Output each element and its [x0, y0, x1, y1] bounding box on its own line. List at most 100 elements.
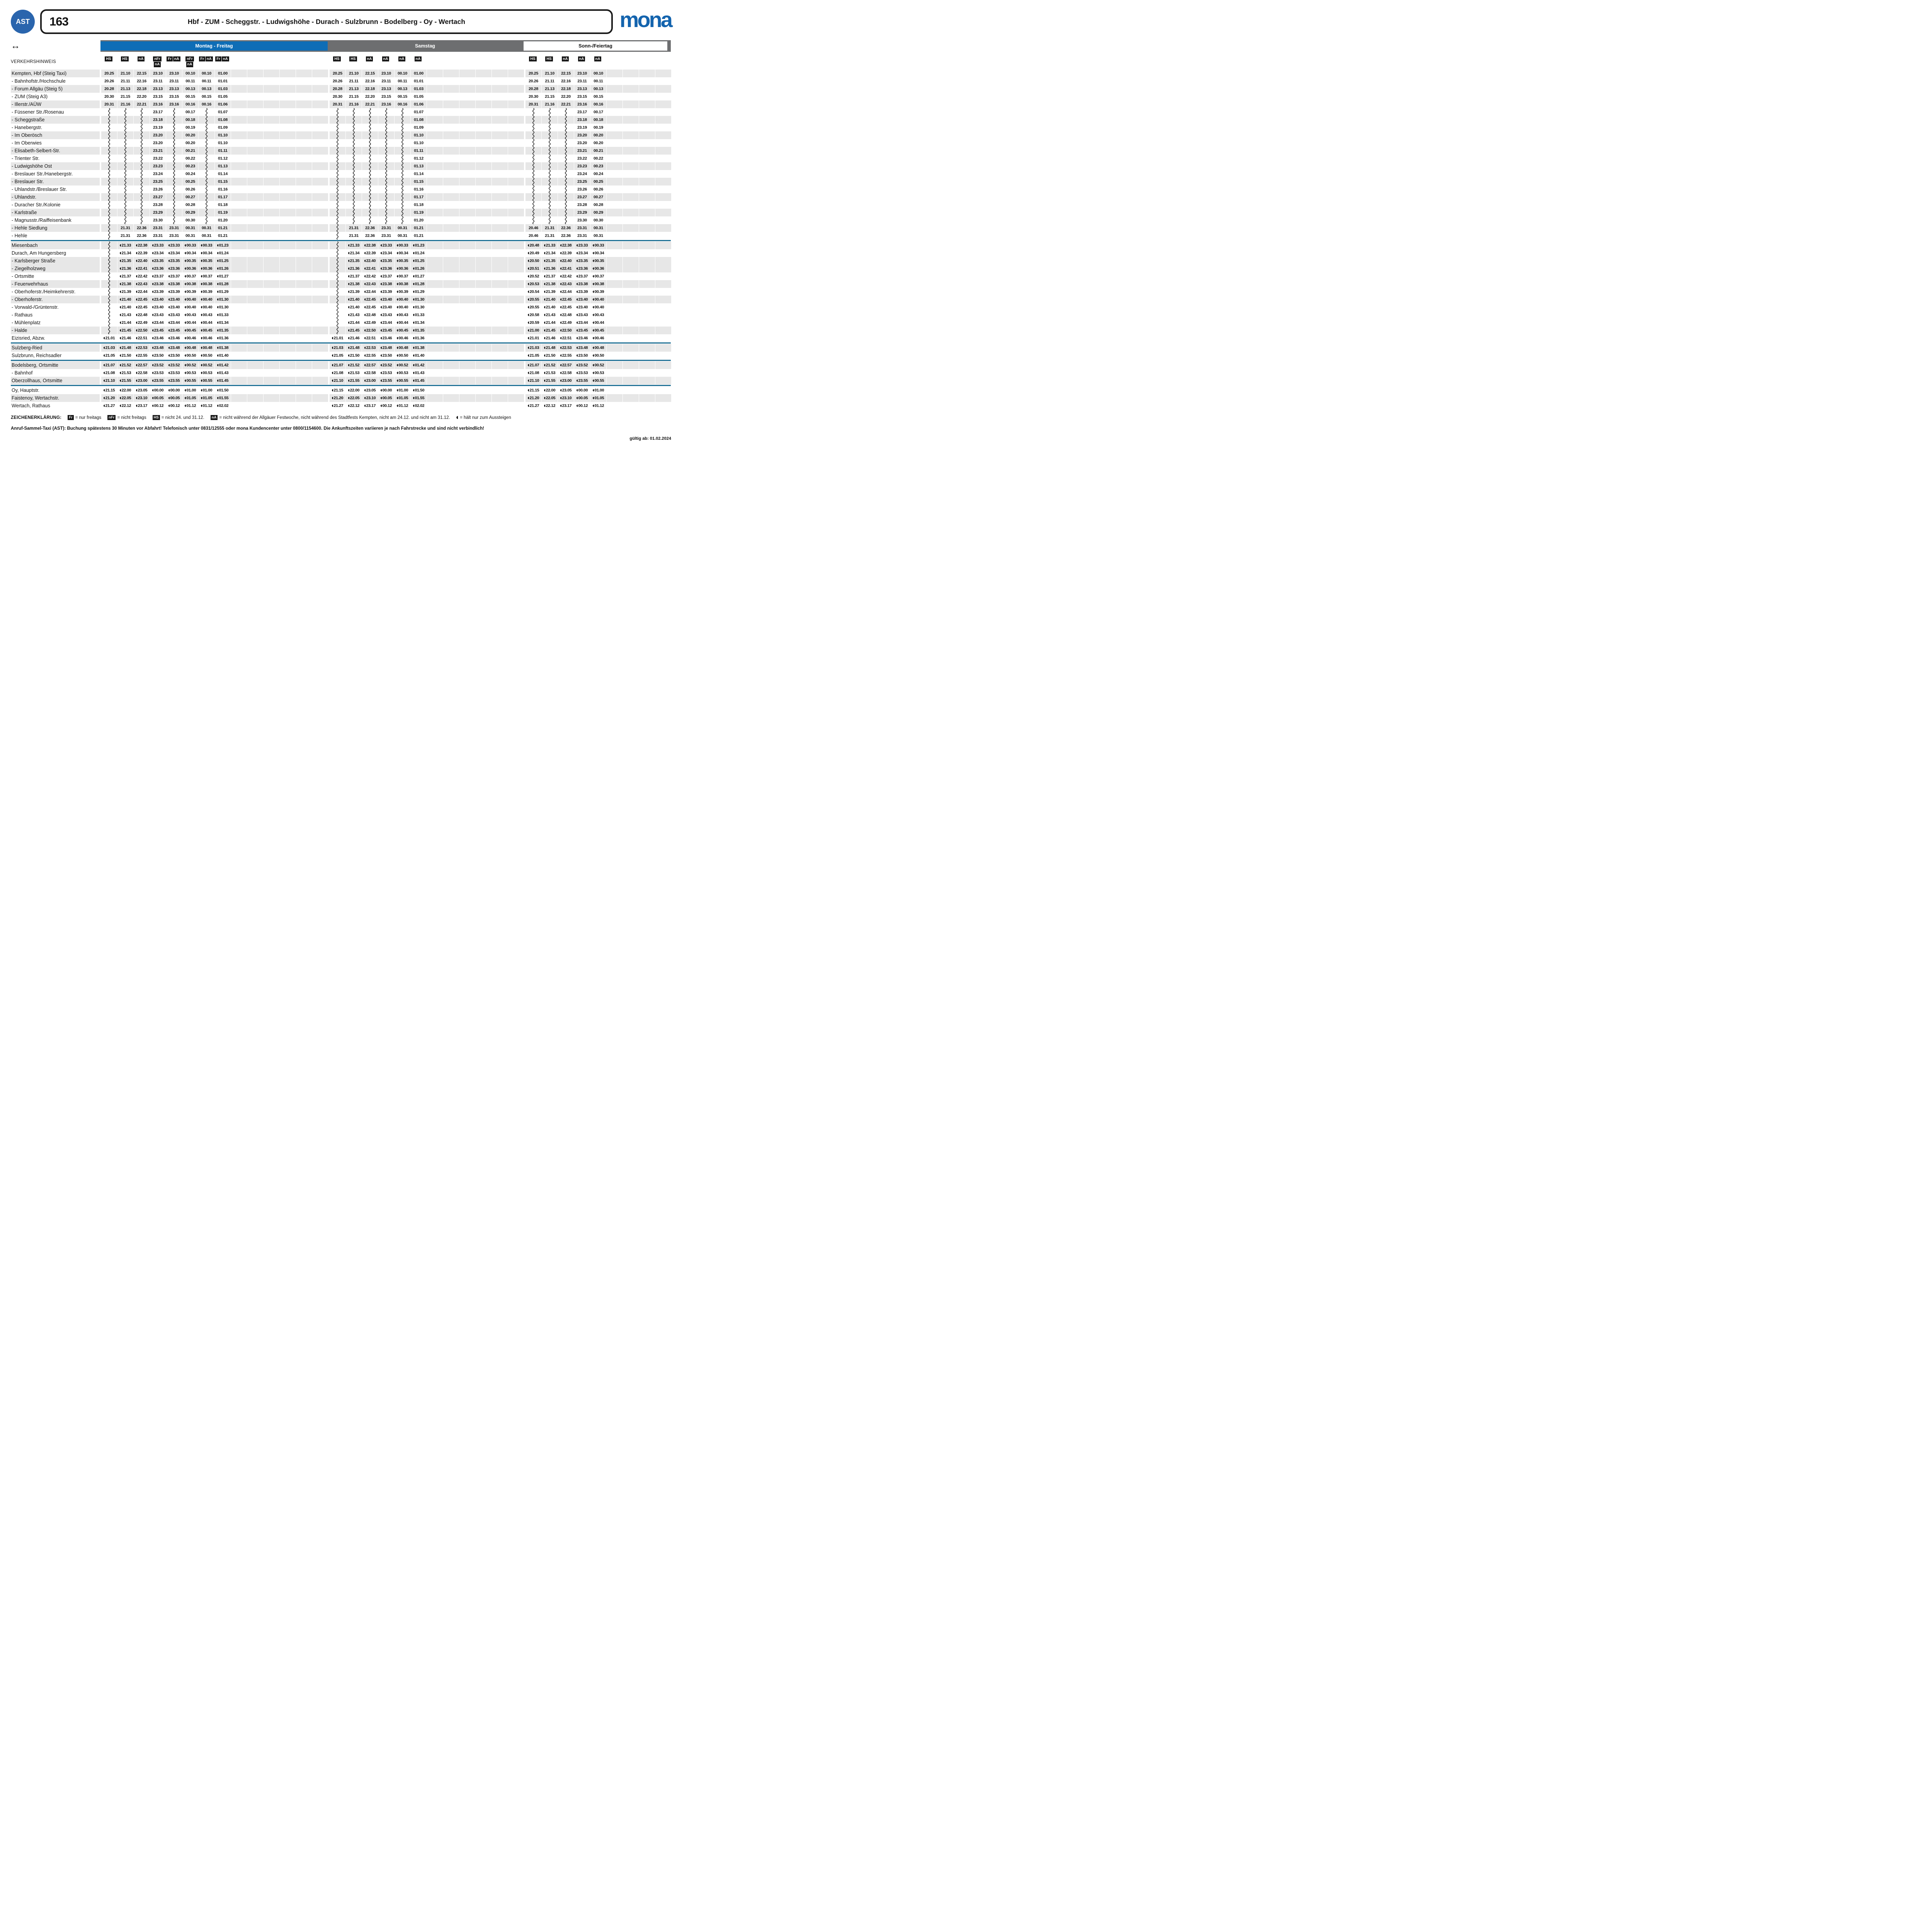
time-cell	[476, 352, 492, 359]
time-value: 22.38	[366, 243, 376, 248]
time-cell: ◖00.45	[590, 327, 606, 334]
time-cell	[459, 311, 475, 319]
route-title: Hbf - ZUM - Scheggstr. - Ludwigshöhe - D…	[42, 18, 611, 26]
skip-zigzag-icon	[172, 209, 176, 216]
time-cell	[476, 108, 492, 116]
skip-zigzag-icon	[172, 108, 176, 116]
section-separator	[11, 385, 671, 386]
time-cell: 23.23	[150, 162, 166, 170]
exit-only-marker-icon: ◖	[560, 337, 562, 340]
time-cell	[476, 70, 492, 77]
time-value: 22.57	[366, 363, 376, 368]
time-cell: ◖21.37	[117, 272, 133, 280]
time-cell	[231, 209, 247, 216]
time-value: 21.53	[546, 371, 556, 375]
time-cell: ◖22.53	[558, 344, 574, 352]
time-cell: 00.10	[199, 70, 214, 77]
time-cell	[231, 327, 247, 334]
time-cell	[330, 139, 345, 147]
time-cell	[231, 394, 247, 402]
time-value: 23.40	[383, 305, 392, 310]
time-cell	[623, 311, 639, 319]
time-cell: ◖01.05	[199, 394, 214, 402]
times-section-so: 23.2000.20	[526, 131, 672, 139]
time-value: 22.40	[138, 259, 148, 263]
time-cell: 23.29	[574, 209, 590, 216]
time-cell: ◖23.44	[574, 319, 590, 327]
time-cell	[459, 386, 475, 394]
time-cell	[443, 377, 459, 385]
time-cell	[655, 303, 671, 311]
time-cell	[492, 124, 508, 131]
time-cell	[101, 265, 117, 272]
skip-zigzag-icon	[368, 108, 372, 116]
time-cell	[476, 319, 492, 327]
exit-only-marker-icon: ◖	[413, 396, 415, 400]
day-header-sa: Samstag	[328, 41, 522, 51]
time-value: 00.35	[203, 259, 213, 263]
time-cell: ◖21.05	[526, 352, 541, 359]
time-cell	[199, 155, 214, 162]
time-value: 21.16	[545, 102, 554, 107]
time-cell: ◖21.07	[101, 361, 117, 369]
time-cell: ◖00.40	[182, 296, 198, 303]
time-cell: 00.23	[590, 162, 606, 170]
skip-zigzag-icon	[532, 155, 535, 162]
exit-only-marker-icon: ◖	[381, 371, 382, 374]
time-cell	[655, 100, 671, 108]
time-cell: 00.24	[590, 170, 606, 178]
time-cell: 22.16	[558, 77, 574, 85]
times-section-so: ◖21.27◖22.12◖23.17◖00.12◖01.12	[526, 402, 672, 410]
exit-only-marker-icon: ◖	[217, 396, 219, 400]
time-value: 21.03	[105, 345, 115, 350]
time-cell	[607, 303, 622, 311]
time-value: 22.48	[138, 313, 148, 317]
skip-zigzag-icon	[384, 201, 388, 209]
time-value: 00.18	[594, 117, 603, 122]
time-cell: ◖22.58	[558, 369, 574, 377]
times-section-sa: 01.17	[330, 193, 524, 201]
exit-only-marker-icon: ◖	[560, 346, 562, 349]
time-value: 00.00	[383, 388, 392, 393]
time-cell: ◖20.52	[526, 272, 541, 280]
badge-slot: nFrnA	[182, 56, 198, 67]
time-value: 23.40	[578, 297, 588, 302]
skip-zigzag-icon	[140, 193, 143, 201]
time-value: 01.30	[415, 305, 425, 310]
time-cell: ◖01.42	[411, 361, 427, 369]
time-cell: ◖21.27	[330, 402, 345, 410]
time-cell	[655, 272, 671, 280]
time-cell	[134, 185, 150, 193]
time-value: 22.53	[138, 345, 148, 350]
time-cell	[558, 155, 574, 162]
skip-zigzag-icon	[172, 124, 176, 131]
time-cell	[231, 193, 247, 201]
exit-only-marker-icon: ◖	[577, 267, 578, 270]
time-cell: ◖23.05	[134, 386, 150, 394]
time-cell	[526, 139, 541, 147]
skip-zigzag-icon	[401, 147, 404, 155]
exit-only-marker-icon: ◖	[217, 252, 219, 255]
time-value: 01.07	[218, 110, 228, 114]
exit-only-marker-icon: ◖	[560, 404, 562, 407]
time-value: 00.39	[399, 289, 408, 294]
time-cell	[623, 147, 639, 155]
time-cell	[607, 70, 622, 77]
time-value: 23.44	[170, 320, 180, 325]
time-value: 01.05	[595, 396, 604, 400]
time-cell	[280, 319, 296, 327]
time-cell	[199, 201, 214, 209]
time-cell: 00.20	[590, 131, 606, 139]
badge-slot: HS	[541, 56, 557, 67]
time-cell	[607, 162, 622, 170]
time-cell	[607, 288, 622, 296]
time-cell	[427, 296, 443, 303]
time-cell	[639, 288, 655, 296]
table-row: Eizisried, Abzw.◖21.01◖21.46◖22.51◖23.46…	[11, 334, 671, 342]
time-cell	[427, 77, 443, 85]
exit-only-marker-icon: ◖	[217, 298, 219, 301]
time-cell	[443, 265, 459, 272]
trip-note-badge: nFr	[153, 56, 161, 61]
time-cell	[476, 334, 492, 342]
exit-only-marker-icon: ◖	[201, 337, 202, 340]
